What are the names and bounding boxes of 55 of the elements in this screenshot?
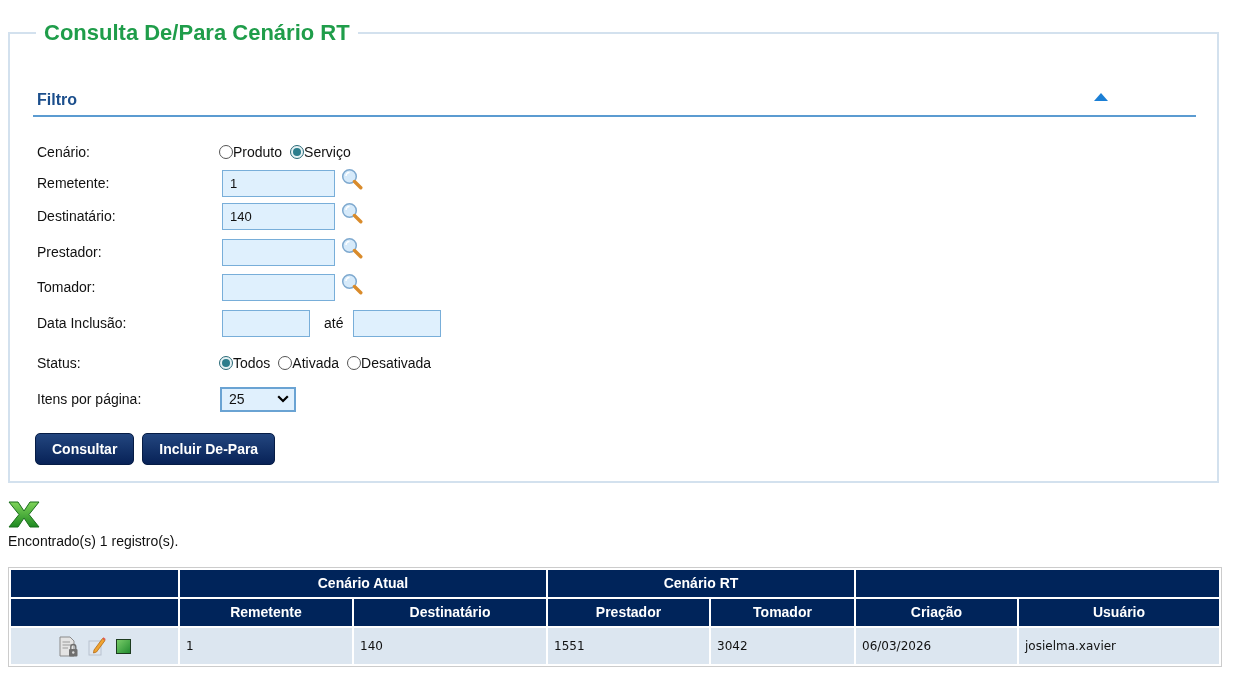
radio-label[interactable]: Produto	[233, 141, 283, 163]
pencil-icon[interactable]	[87, 636, 106, 656]
text-input[interactable]	[222, 238, 335, 266]
range-separator: até	[324, 313, 344, 333]
radio-button[interactable]	[290, 145, 305, 159]
column-header: Criação	[856, 599, 1017, 626]
radio-button[interactable]	[278, 356, 293, 370]
radio-label[interactable]: Todos	[233, 352, 271, 374]
radio-label[interactable]: Ativada	[292, 352, 340, 374]
search-icon[interactable]	[341, 201, 363, 224]
table-cell: josielma.xavier	[1019, 628, 1219, 664]
results-summary: Encontrado(s) 1 registro(s).	[8, 532, 180, 550]
table-cell: 1551	[548, 628, 709, 664]
document-lock-icon[interactable]	[58, 635, 78, 657]
radio-label[interactable]: Desativada	[361, 352, 432, 374]
search-icon[interactable]	[341, 168, 363, 190]
section-title: Filtro	[36, 90, 77, 110]
table-cell: 140	[354, 628, 546, 664]
radio-label[interactable]: Serviço	[304, 141, 351, 163]
action-button[interactable]: Consultar	[35, 433, 135, 465]
column-header: Destinatário	[354, 599, 546, 626]
text-input[interactable]	[222, 274, 335, 301]
page-title: Consulta De/Para Cenário RT	[43, 20, 351, 46]
search-icon[interactable]	[341, 237, 363, 259]
field-label: Prestador:	[36, 242, 103, 262]
chevron-down-icon	[277, 395, 289, 403]
search-icon[interactable]	[341, 272, 363, 295]
spreadsheet-x-icon[interactable]	[8, 501, 40, 528]
field-label: Status:	[36, 353, 82, 373]
date-input[interactable]	[222, 309, 310, 337]
action-button[interactable]: Incluir De-Para	[142, 433, 276, 465]
field-label: Tomador:	[36, 278, 97, 297]
column-group-header: Cenário RT	[548, 570, 854, 597]
collapse-triangle-icon[interactable]	[1094, 93, 1108, 101]
date-input[interactable]	[353, 309, 442, 337]
table-cell: 1	[180, 628, 352, 664]
text-input[interactable]: 140	[222, 203, 335, 230]
column-header: Remetente	[180, 599, 352, 626]
radio-button[interactable]	[219, 356, 233, 370]
radio-button[interactable]	[347, 356, 362, 370]
column-header: Prestador	[548, 599, 709, 626]
table-cell: 3042	[711, 628, 854, 664]
field-label: Remetente:	[36, 173, 111, 193]
column-header: Tomador	[711, 599, 854, 626]
table-cell: 06/03/2026	[856, 628, 1017, 664]
field-label: Data Inclusão:	[36, 313, 128, 333]
status-square-icon[interactable]	[115, 638, 131, 654]
field-label: Itens por página:	[36, 389, 143, 409]
page-size-select[interactable]: 25	[220, 386, 296, 412]
field-label: Cenário:	[36, 142, 91, 162]
column-group-header: Cenário Atual	[180, 570, 546, 597]
radio-button[interactable]	[219, 145, 233, 159]
text-input[interactable]: 1	[222, 169, 335, 197]
column-header: Usuário	[1019, 599, 1219, 626]
field-label: Destinatário:	[36, 207, 117, 226]
